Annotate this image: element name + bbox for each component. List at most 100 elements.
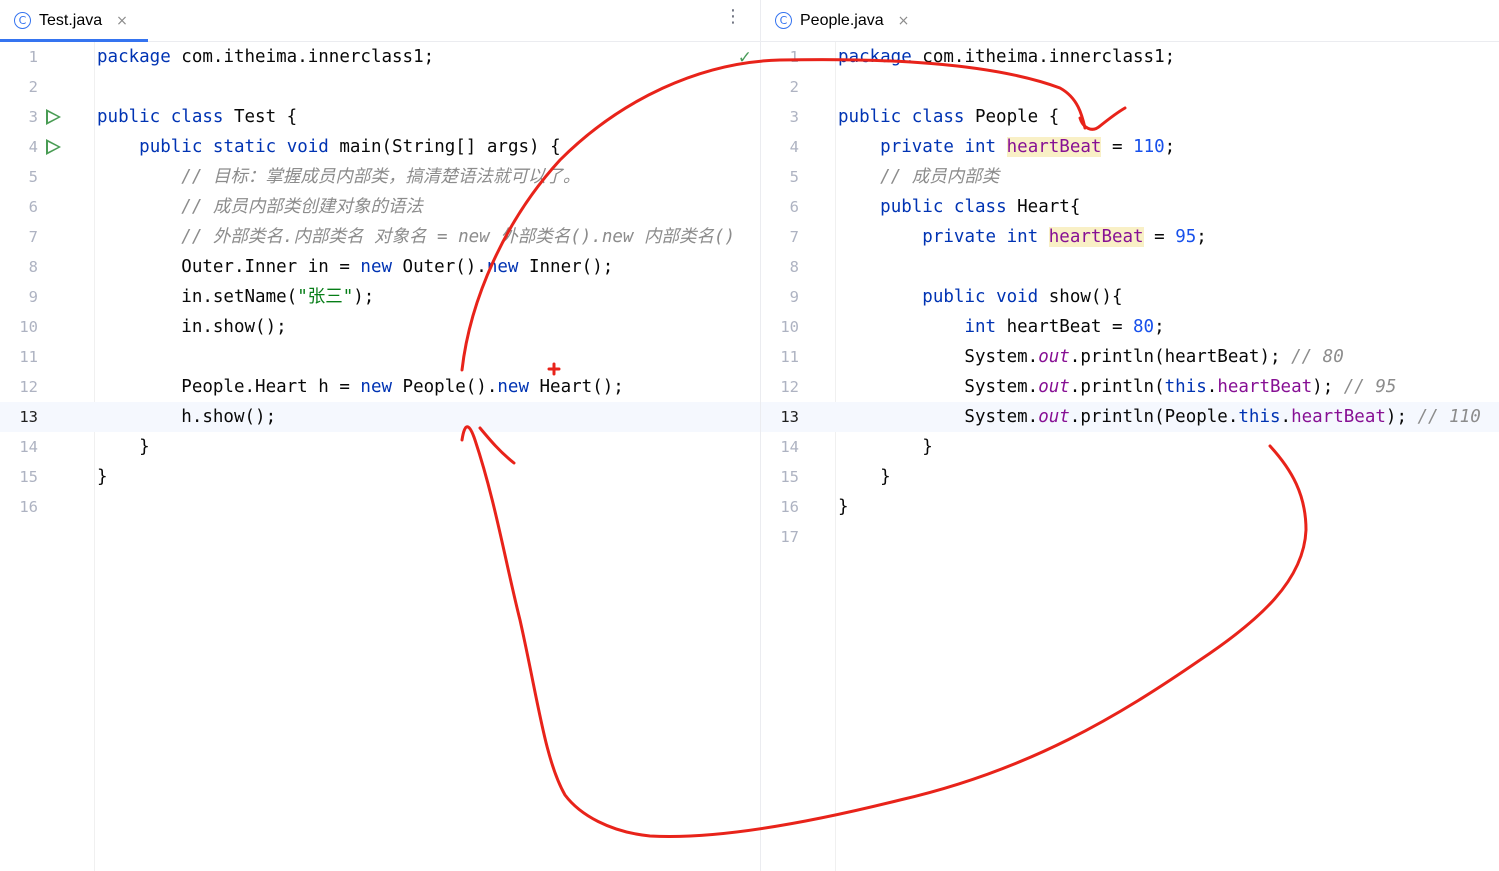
code-line[interactable]: 2	[761, 72, 1499, 102]
code-line[interactable]: 10 int heartBeat = 80;	[761, 312, 1499, 342]
code-line[interactable]: 4 public static void main(String[] args)…	[0, 132, 760, 162]
line-number[interactable]: 7	[0, 222, 38, 252]
code-token: }	[838, 497, 849, 517]
line-number[interactable]: 10	[0, 312, 38, 342]
line-number[interactable]: 10	[761, 312, 799, 342]
line-number[interactable]: 4	[0, 132, 38, 162]
code-line[interactable]: 12 System.out.println(this.heartBeat); /…	[761, 372, 1499, 402]
line-number[interactable]: 2	[0, 72, 38, 102]
code-token: heartBeat	[1217, 377, 1313, 397]
code-token: // 成员内部类创建对象的语法	[181, 197, 423, 217]
code-line[interactable]: 16}	[761, 492, 1499, 522]
tab-label: People.java	[800, 11, 884, 29]
code-line[interactable]: 12 People.Heart h = new People().new Hea…	[0, 372, 760, 402]
code-line[interactable]: 11 System.out.println(heartBeat); // 80	[761, 342, 1499, 372]
code-line[interactable]: 4 private int heartBeat = 110;	[761, 132, 1499, 162]
line-number[interactable]: 14	[0, 432, 38, 462]
code-line[interactable]: 8	[761, 252, 1499, 282]
line-number[interactable]: 12	[761, 372, 799, 402]
code-line[interactable]: 13 System.out.println(People.this.heartB…	[761, 402, 1499, 432]
line-number[interactable]: 3	[761, 102, 799, 132]
code-line[interactable]: 1 package com.itheima.innerclass1;	[0, 42, 760, 72]
line-number[interactable]: 4	[761, 132, 799, 162]
close-icon[interactable]: ×	[116, 13, 128, 29]
left-editor-pane[interactable]: C Test.java × ⋮ ✓ 1 package com.itheima.i…	[0, 0, 760, 871]
code-line[interactable]: 14 }	[761, 432, 1499, 462]
code-line[interactable]: 9 public void show(){	[761, 282, 1499, 312]
line-number[interactable]: 6	[761, 192, 799, 222]
tab-test-java[interactable]: C Test.java ×	[0, 0, 148, 42]
code-token: new	[360, 257, 393, 277]
line-number[interactable]: 7	[761, 222, 799, 252]
right-code-area[interactable]: 1 package com.itheima.innerclass1; 2 3 publi…	[761, 42, 1499, 871]
line-number[interactable]: 9	[0, 282, 38, 312]
code-text: in.setName("张三");	[97, 282, 374, 312]
code-line[interactable]: 10 in.show();	[0, 312, 760, 342]
code-line[interactable]: 15}	[0, 462, 760, 492]
line-number[interactable]: 12	[0, 372, 38, 402]
line-number[interactable]: 6	[0, 192, 38, 222]
code-text: public class Test {	[97, 102, 297, 132]
line-number[interactable]: 9	[761, 282, 799, 312]
code-token: heartBeat =	[996, 317, 1134, 337]
line-number[interactable]: 17	[761, 522, 799, 552]
line-number[interactable]: 16	[0, 492, 38, 522]
code-line[interactable]: 11	[0, 342, 760, 372]
code-token: in.show();	[97, 317, 287, 337]
code-token: Test {	[223, 107, 298, 127]
code-line[interactable]: 1 package com.itheima.innerclass1;	[761, 42, 1499, 72]
code-token: ;	[1196, 227, 1207, 247]
code-line[interactable]: 7 // 外部类名.内部类名 对象名 = new 外部类名().new 内部类名…	[0, 222, 760, 252]
line-number[interactable]: 8	[0, 252, 38, 282]
code-line[interactable]: 15 }	[761, 462, 1499, 492]
line-number[interactable]: 5	[761, 162, 799, 192]
line-number[interactable]: 1	[761, 42, 799, 72]
right-tab-bar: C People.java ×	[761, 0, 1499, 42]
line-number[interactable]: 5	[0, 162, 38, 192]
line-number[interactable]: 3	[0, 102, 38, 132]
line-number[interactable]: 14	[761, 432, 799, 462]
right-editor-pane[interactable]: C People.java × 1 package com.itheima.inn…	[761, 0, 1499, 871]
code-token: .println(People.	[1069, 407, 1239, 427]
code-line[interactable]: 6 // 成员内部类创建对象的语法	[0, 192, 760, 222]
code-line[interactable]: 13 h.show();	[0, 402, 760, 432]
code-text: public static void main(String[] args) {	[97, 132, 560, 162]
code-line[interactable]: 16	[0, 492, 760, 522]
code-line[interactable]: 9 in.setName("张三");	[0, 282, 760, 312]
left-code-area[interactable]: 1 package com.itheima.innerclass1; 2 3 publi…	[0, 42, 760, 871]
line-number[interactable]: 16	[761, 492, 799, 522]
code-line[interactable]: 3 public class People {	[761, 102, 1499, 132]
code-token: package	[838, 47, 912, 67]
run-icon[interactable]	[46, 139, 61, 155]
line-number[interactable]: 13	[761, 402, 799, 432]
line-number[interactable]: 1	[0, 42, 38, 72]
line-number[interactable]: 15	[0, 462, 38, 492]
code-line[interactable]: 6 public class Heart{	[761, 192, 1499, 222]
more-options-icon[interactable]: ⋮	[724, 6, 742, 27]
code-line[interactable]: 2	[0, 72, 760, 102]
line-number[interactable]: 11	[0, 342, 38, 372]
code-line[interactable]: 5 // 目标：掌握成员内部类，搞清楚语法就可以了。	[0, 162, 760, 192]
code-line[interactable]: 7 private int heartBeat = 95;	[761, 222, 1499, 252]
code-token: // 目标：掌握成员内部类，搞清楚语法就可以了。	[181, 167, 581, 187]
code-line[interactable]: 8 Outer.Inner in = new Outer().new Inner…	[0, 252, 760, 282]
code-line[interactable]: 5 // 成员内部类	[761, 162, 1499, 192]
tab-people-java[interactable]: C People.java ×	[761, 0, 923, 41]
close-icon[interactable]: ×	[898, 13, 910, 29]
run-icon[interactable]	[46, 109, 61, 125]
line-number[interactable]: 2	[761, 72, 799, 102]
code-text: public class Heart{	[838, 192, 1080, 222]
code-token: // 成员内部类	[880, 167, 1000, 187]
code-line[interactable]: 14 }	[0, 432, 760, 462]
line-number[interactable]: 13	[0, 402, 38, 432]
line-number[interactable]: 11	[761, 342, 799, 372]
line-number[interactable]: 15	[761, 462, 799, 492]
code-line[interactable]: 3 public class Test {	[0, 102, 760, 132]
code-line[interactable]: 17	[761, 522, 1499, 552]
line-number[interactable]: 8	[761, 252, 799, 282]
